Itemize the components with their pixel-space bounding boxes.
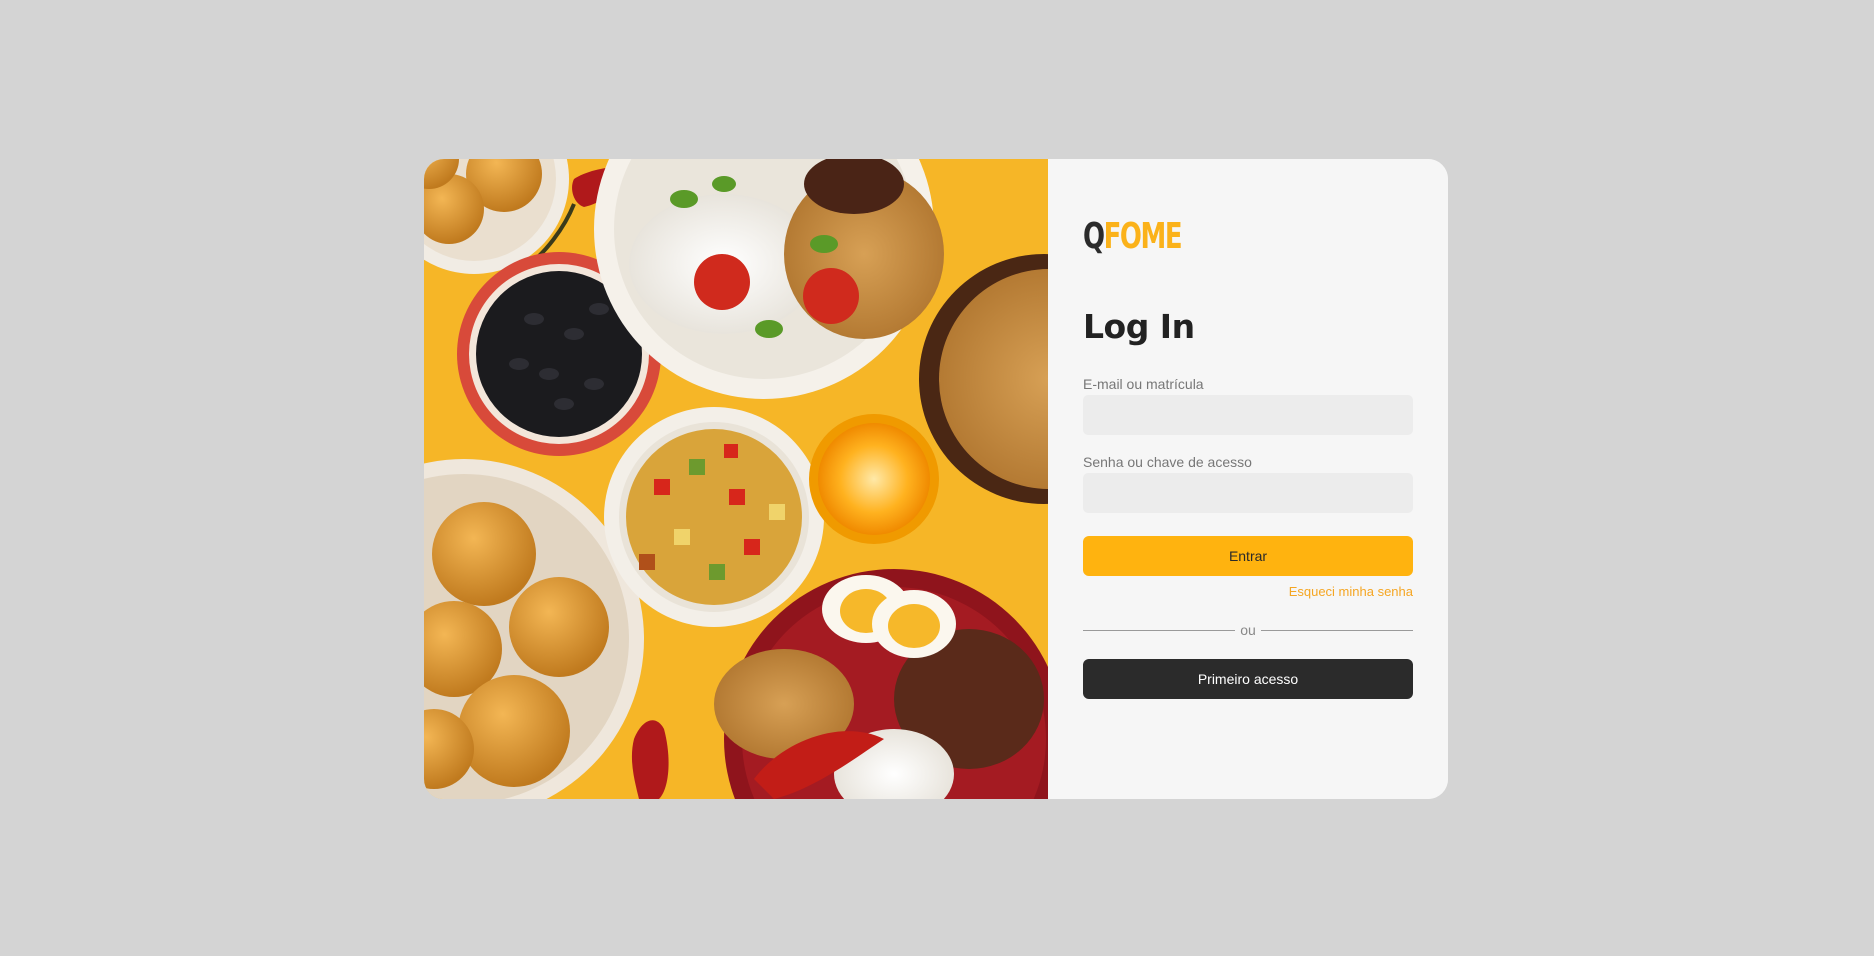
password-field[interactable] bbox=[1083, 473, 1413, 513]
login-card: QFOME Log In E-mail ou matrícula Senha o… bbox=[424, 159, 1448, 799]
page-title: Log In bbox=[1083, 307, 1195, 346]
logo-q: Q bbox=[1083, 216, 1105, 257]
divider-line-left bbox=[1083, 629, 1236, 631]
forgot-password-link[interactable]: Esqueci minha senha bbox=[1289, 584, 1413, 599]
email-label: E-mail ou matrícula bbox=[1083, 376, 1204, 392]
divider-line-right bbox=[1260, 629, 1414, 631]
logo-fome: FOME bbox=[1103, 216, 1183, 257]
hero-food-image bbox=[424, 159, 1048, 799]
login-button[interactable]: Entrar bbox=[1083, 536, 1413, 576]
divider-label: ou bbox=[1240, 622, 1256, 638]
login-panel: QFOME Log In E-mail ou matrícula Senha o… bbox=[1048, 159, 1448, 799]
or-divider: ou bbox=[1083, 622, 1414, 638]
qfome-logo: QFOME bbox=[1083, 216, 1183, 257]
first-access-button[interactable]: Primeiro acesso bbox=[1083, 659, 1413, 699]
email-field[interactable] bbox=[1083, 395, 1413, 435]
password-label: Senha ou chave de acesso bbox=[1083, 454, 1252, 470]
